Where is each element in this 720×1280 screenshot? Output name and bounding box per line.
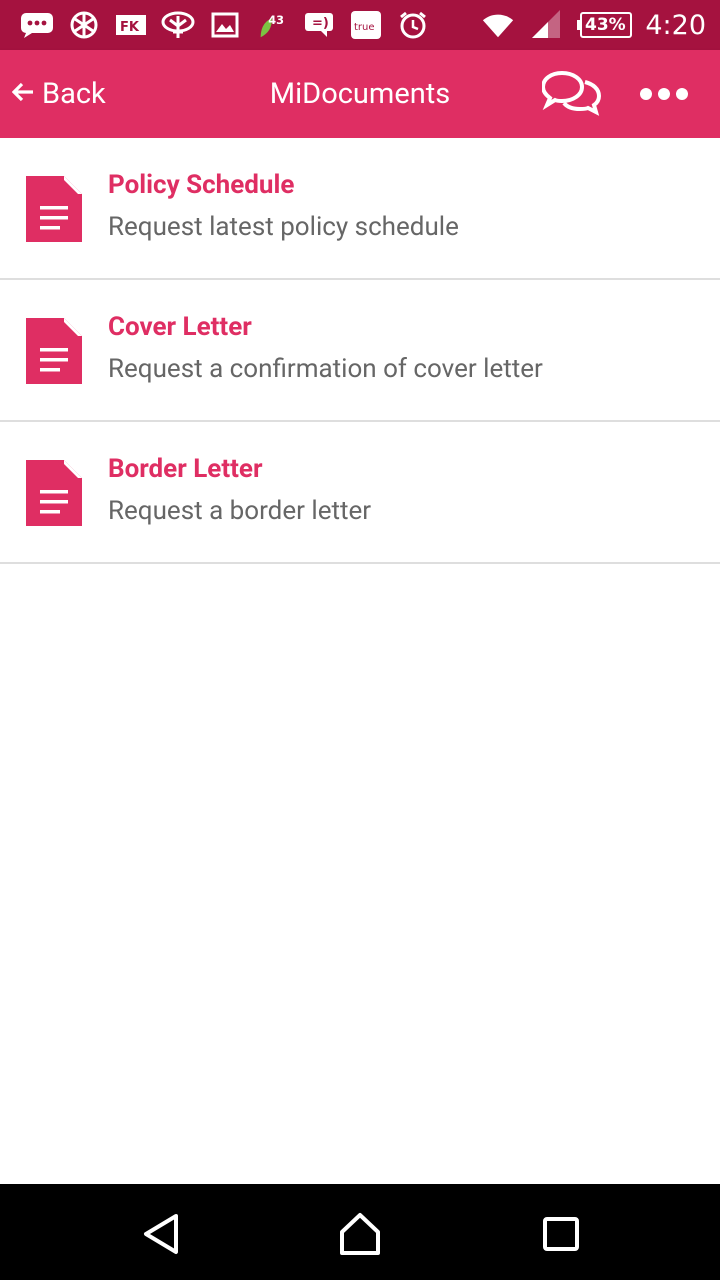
document-icon xyxy=(26,318,82,384)
more-dot xyxy=(658,88,670,100)
more-options-button[interactable] xyxy=(636,78,692,110)
chat-button[interactable] xyxy=(540,70,602,118)
battery-level: 43% xyxy=(585,15,626,35)
alarm-icon xyxy=(396,10,430,40)
more-dots-icon xyxy=(640,88,652,100)
nav-home-button[interactable] xyxy=(336,1212,384,1256)
true-badge: true xyxy=(354,22,375,33)
chat-bubble-icon: =) xyxy=(302,10,336,40)
list-item-description: Request a border letter xyxy=(108,496,372,526)
home-icon xyxy=(340,1213,380,1255)
notification-icons: FK 43 =) true xyxy=(20,10,481,40)
cell-signal-icon xyxy=(529,10,563,40)
back-button[interactable]: Back xyxy=(11,50,106,138)
page-title: MiDocuments xyxy=(269,77,451,111)
back-triangle-icon xyxy=(144,1214,178,1254)
battery-icon: 43% xyxy=(577,10,633,40)
svg-text:=): =) xyxy=(312,16,329,31)
recents-square-icon xyxy=(543,1217,579,1251)
nav-back-button[interactable] xyxy=(138,1212,186,1256)
wifi-icon xyxy=(481,10,515,40)
fk-app-icon: FK xyxy=(114,10,148,40)
back-arrow-icon xyxy=(11,82,34,106)
documents-list: Policy Schedule Request latest policy sc… xyxy=(0,138,720,564)
document-icon xyxy=(26,176,82,242)
app-bar: Back MiDocuments xyxy=(0,50,720,138)
true-app-icon: true xyxy=(349,10,383,40)
clock: 4:20 xyxy=(645,9,706,41)
navigation-bar xyxy=(0,1184,720,1280)
gallery-icon xyxy=(208,10,242,40)
document-icon xyxy=(26,460,82,526)
list-item-title: Cover Letter xyxy=(108,312,252,342)
more-dot xyxy=(676,88,688,100)
list-item-policy-schedule[interactable]: Policy Schedule Request latest policy sc… xyxy=(0,138,720,280)
list-item-border-letter[interactable]: Border Letter Request a border letter xyxy=(0,422,720,564)
nav-recents-button[interactable] xyxy=(538,1212,586,1256)
list-item-title: Policy Schedule xyxy=(108,170,295,200)
globe-icon xyxy=(67,10,101,40)
back-label: Back xyxy=(42,77,106,111)
messages-icon xyxy=(20,10,54,40)
tree-bank-icon xyxy=(161,10,195,40)
leaf-icon: 43 xyxy=(255,10,289,40)
list-item-description: Request a confirmation of cover letter xyxy=(108,354,543,384)
notification-badge: 43 xyxy=(268,13,284,27)
svg-text:FK: FK xyxy=(120,20,140,35)
chat-bubbles-icon xyxy=(540,70,602,116)
status-bar: FK 43 =) true 43% 4:20 xyxy=(0,0,720,50)
list-item-description: Request latest policy schedule xyxy=(108,212,459,242)
list-item-cover-letter[interactable]: Cover Letter Request a confirmation of c… xyxy=(0,280,720,422)
list-item-title: Border Letter xyxy=(108,454,263,484)
